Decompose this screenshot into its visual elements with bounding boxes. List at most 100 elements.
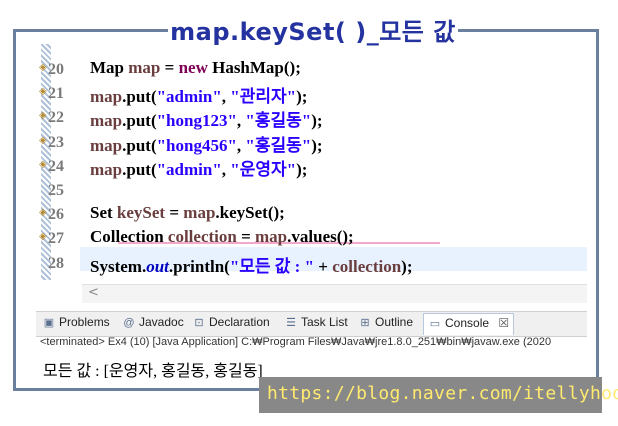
- warning-marker-icon[interactable]: ◈: [39, 135, 48, 147]
- code-token: Map: [90, 58, 129, 77]
- code-token: collection: [332, 256, 402, 276]
- code-line-21[interactable]: map.put("admin", "관리자");: [90, 82, 307, 106]
- code-token: "hong456": [156, 135, 237, 155]
- code-token: "admin": [156, 159, 222, 179]
- code-line-20[interactable]: Map map = new HashMap();: [90, 58, 301, 82]
- warning-marker-icon[interactable]: ◈: [39, 207, 48, 219]
- code-token: .keySet();: [215, 203, 285, 223]
- line-number-label: 27: [48, 230, 64, 248]
- view-tab-bar: ▣ Problems @ Javadoc ⊡ Declaration ☰ Task Li…: [36, 311, 587, 337]
- code-line-22[interactable]: map.put("hong123", "홍길동");: [90, 106, 323, 130]
- line-number-label: 28: [48, 254, 64, 272]
- console-icon: ▭: [429, 318, 441, 330]
- line-number-21: ◈ 21: [36, 82, 80, 106]
- code-line-24[interactable]: map.put("admin", "운영자");: [90, 155, 307, 179]
- tab-problems-label: Problems: [59, 315, 110, 329]
- code-token: map: [90, 87, 123, 107]
- code-token: collection: [167, 227, 237, 247]
- tab-tasklist[interactable]: ☰ Task List: [284, 315, 348, 333]
- scroll-left-arrow[interactable]: <: [88, 285, 99, 300]
- tab-javadoc-label: Javadoc: [139, 315, 184, 329]
- code-token: System.: [90, 256, 147, 276]
- page-title: map.keySet( )_모든 값: [170, 18, 456, 46]
- tasklist-icon: ☰: [286, 317, 296, 329]
- tab-declaration[interactable]: ⊡ Declaration: [192, 315, 270, 333]
- code-token: .put(: [122, 135, 157, 155]
- code-token: map: [90, 135, 123, 155]
- code-token: map: [90, 111, 123, 131]
- code-token: );: [311, 111, 323, 131]
- code-token: map: [90, 159, 123, 179]
- warning-marker-icon[interactable]: ◈: [39, 159, 48, 171]
- warning-marker-icon[interactable]: ◈: [39, 62, 48, 74]
- code-token: Collection: [90, 227, 168, 247]
- line-number-label: 21: [48, 85, 64, 103]
- line-number-20: ◈ 20: [36, 58, 80, 82]
- line-number-label: 20: [48, 61, 64, 78]
- tab-console-label: Console: [445, 316, 490, 330]
- line-number-label: 22: [48, 109, 64, 127]
- line-number-label: 23: [48, 133, 64, 151]
- code-line-27[interactable]: Collection collection = map.values();: [90, 227, 354, 251]
- code-token: .values();: [287, 227, 354, 247]
- tab-declaration-label: Declaration: [209, 315, 270, 329]
- code-token: "관리자": [230, 87, 297, 107]
- line-number-24: ◈ 24: [36, 155, 80, 179]
- javadoc-icon: @: [123, 317, 135, 329]
- close-icon[interactable]: ☒: [498, 316, 509, 330]
- code-token: out: [146, 256, 169, 276]
- line-number-label: 26: [48, 206, 64, 224]
- horizontal-scrollbar[interactable]: <: [82, 284, 587, 303]
- code-token: .put(: [122, 111, 157, 131]
- code-token: ,: [221, 87, 231, 107]
- tab-tasklist-label: Task List: [301, 315, 348, 329]
- tab-problems[interactable]: ▣ Problems: [42, 315, 110, 333]
- code-token: .put(: [122, 87, 157, 107]
- code-token: );: [401, 256, 413, 276]
- code-token: +: [314, 256, 333, 276]
- code-token: "홍길동": [245, 135, 312, 155]
- code-token: );: [296, 159, 308, 179]
- tab-outline-label: Outline: [375, 315, 414, 329]
- code-token: map: [255, 227, 288, 247]
- line-number-27: ◈ 27: [36, 227, 80, 251]
- line-number-gutter: ◈ 20 ◈ 21 ◈ 22 ◈ 23 ◈ 24 25 ◈ 26 ◈ 27 28: [36, 44, 80, 286]
- outline-icon: ⊞: [360, 317, 370, 329]
- tab-outline[interactable]: ⊞ Outline: [358, 315, 413, 333]
- code-line-23[interactable]: map.put("hong456", "홍길동");: [90, 131, 323, 155]
- code-token: =: [236, 227, 256, 247]
- code-token: new: [178, 58, 208, 77]
- code-token: .println(: [168, 256, 230, 276]
- code-line-28[interactable]: System.out.println("모든 값 : " + collectio…: [90, 252, 412, 276]
- code-token: Set: [90, 203, 117, 223]
- code-token: .put(: [122, 159, 157, 179]
- warning-marker-icon[interactable]: ◈: [39, 231, 48, 243]
- code-token: "모든 값 : ": [229, 256, 315, 276]
- code-token: ,: [221, 159, 231, 179]
- line-number-28: 28: [36, 252, 80, 276]
- code-token: HashMap();: [207, 58, 301, 77]
- code-token: keySet: [116, 203, 166, 223]
- line-number-25: 25: [36, 179, 80, 203]
- code-token: "admin": [156, 87, 222, 107]
- code-token: "hong123": [156, 111, 237, 131]
- code-token: =: [160, 58, 179, 77]
- line-number-26: ◈ 26: [36, 203, 80, 227]
- warning-marker-icon[interactable]: ◈: [39, 86, 48, 98]
- code-line-26[interactable]: Set keySet = map.keySet();: [90, 203, 285, 227]
- code-token: "운영자": [230, 159, 297, 179]
- line-number-23: ◈ 23: [36, 131, 80, 155]
- code-token: "홍길동": [245, 111, 312, 131]
- warning-marker-icon[interactable]: ◈: [39, 110, 48, 122]
- code-token: =: [165, 203, 184, 223]
- code-token: );: [311, 135, 323, 155]
- console-output: 모든 값 : [운영자, 홍길동, 홍길동]: [43, 363, 263, 380]
- line-number-label: 25: [48, 182, 64, 199]
- console-status-header: <terminated> Ex4 (10) [Java Application]…: [40, 336, 552, 348]
- tab-console[interactable]: ▭ Console ☒: [423, 313, 515, 335]
- watermark-url: https://blog.naver.com/itellyhood: [267, 383, 618, 404]
- code-token: map: [183, 203, 216, 223]
- tab-javadoc[interactable]: @ Javadoc: [122, 315, 184, 333]
- code-token: );: [296, 87, 308, 107]
- code-token: map: [128, 58, 161, 77]
